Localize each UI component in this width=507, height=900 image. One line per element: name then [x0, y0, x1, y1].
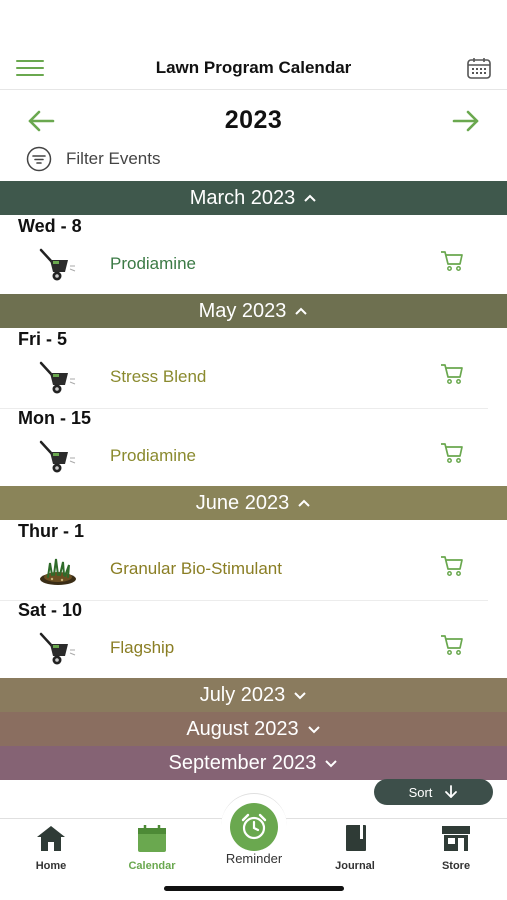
soil-grass-icon: [40, 558, 76, 585]
arrow-down-icon: [445, 785, 458, 798]
event-day: Thur - 1: [18, 521, 84, 541]
event-row[interactable]: Granular Bio-Stimulant: [0, 547, 488, 601]
month-header-may[interactable]: May 2023: [0, 294, 507, 328]
cart-icon[interactable]: [440, 442, 464, 464]
tab-label: Home: [35, 860, 67, 872]
sort-button[interactable]: Sort: [374, 779, 493, 805]
product-name: Prodiamine: [110, 254, 196, 273]
month-label: May 2023: [198, 299, 287, 322]
spreader-icon: [39, 440, 76, 473]
year-label: 2023: [224, 106, 283, 134]
event-row[interactable]: Stress Blend: [0, 355, 488, 409]
chevron-down-icon: [294, 692, 307, 700]
tab-calendar[interactable]: Calendar: [112, 823, 192, 872]
tab-journal[interactable]: Journal: [315, 823, 395, 872]
sort-label: Sort: [408, 784, 433, 800]
arrow-right-icon[interactable]: [451, 106, 481, 136]
product-name: Prodiamine: [110, 446, 196, 465]
cart-icon[interactable]: [440, 250, 464, 272]
month-label: September 2023: [168, 751, 317, 774]
reminder-button[interactable]: [230, 803, 278, 851]
event-day: Wed - 8: [18, 216, 82, 236]
chevron-up-icon: [295, 307, 308, 315]
month-label: March 2023: [189, 186, 296, 209]
month-header-march[interactable]: March 2023: [0, 181, 507, 215]
filter-label: Filter Events: [66, 149, 161, 168]
tab-store[interactable]: Store: [416, 823, 496, 872]
month-header-july[interactable]: July 2023: [0, 678, 507, 712]
event-day: Fri - 5: [18, 329, 68, 349]
app-header: Lawn Program Calendar: [0, 48, 507, 90]
spreader-icon: [39, 632, 76, 665]
event-day: Mon - 15: [18, 408, 92, 428]
month-header-june[interactable]: June 2023: [0, 486, 507, 520]
chevron-down-icon: [307, 726, 320, 734]
spreader-icon: [39, 361, 76, 394]
product-name: Stress Blend: [110, 367, 207, 386]
year-navigation: 2023: [0, 100, 507, 142]
chevron-up-icon: [304, 194, 317, 202]
product-name: Granular Bio-Stimulant: [110, 559, 282, 578]
alarm-clock-icon: [241, 813, 267, 840]
month-header-september[interactable]: September 2023: [0, 746, 507, 780]
page-title: Lawn Program Calendar: [155, 58, 352, 77]
filter-events-button[interactable]: Filter Events: [26, 146, 160, 172]
event-row[interactable]: Prodiamine: [0, 242, 488, 296]
chevron-down-icon: [325, 760, 338, 768]
calendar-icon: [138, 825, 166, 852]
event-row[interactable]: Prodiamine: [0, 434, 488, 488]
event-day: Sat - 10: [18, 600, 83, 620]
chevron-up-icon: [298, 499, 310, 507]
tab-reminder[interactable]: [221, 793, 287, 859]
tab-label: Store: [441, 860, 471, 872]
tab-home[interactable]: Home: [11, 823, 91, 872]
tab-label: Reminder: [225, 851, 283, 866]
cart-icon[interactable]: [440, 634, 464, 656]
product-name: Flagship: [110, 638, 175, 657]
filter-icon: [26, 146, 52, 172]
home-icon: [37, 826, 65, 851]
home-indicator: [164, 886, 344, 891]
cart-icon[interactable]: [440, 555, 464, 577]
month-label: July 2023: [199, 683, 286, 706]
month-label: June 2023: [195, 491, 290, 514]
event-row[interactable]: Flagship: [0, 626, 488, 680]
journal-icon: [346, 825, 366, 851]
store-icon: [442, 826, 470, 851]
month-label: August 2023: [186, 717, 299, 740]
cart-icon[interactable]: [440, 363, 464, 385]
tab-label: Journal: [335, 860, 375, 872]
spreader-icon: [39, 248, 76, 281]
month-header-august[interactable]: August 2023: [0, 712, 507, 746]
calendar-grid-icon[interactable]: [467, 57, 491, 79]
tab-label: Calendar: [128, 860, 176, 872]
